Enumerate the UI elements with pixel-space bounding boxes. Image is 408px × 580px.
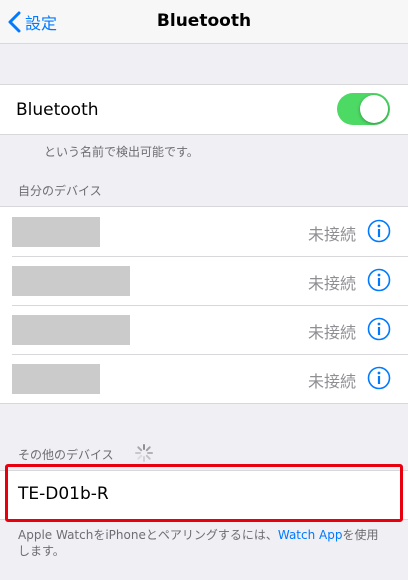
- info-icon: [367, 317, 391, 341]
- info-icon: [367, 268, 391, 292]
- my-devices-list: 未接続 未接続 未接続 未接続: [0, 206, 408, 404]
- info-button[interactable]: [367, 317, 391, 341]
- toggle-knob: [360, 95, 388, 123]
- device-row[interactable]: 未接続: [0, 207, 408, 256]
- navigation-bar: 設定 Bluetooth: [0, 0, 408, 44]
- my-devices-header: 自分のデバイス: [18, 184, 102, 198]
- discoverable-note: という名前で検出可能です。: [44, 145, 199, 159]
- info-button[interactable]: [367, 366, 391, 390]
- info-button[interactable]: [367, 268, 391, 292]
- device-status: 未接続: [307, 225, 356, 244]
- device-row[interactable]: 未接続: [0, 305, 408, 354]
- other-device-row[interactable]: TE-D01b-R: [0, 471, 408, 519]
- redacted-device-name: [12, 217, 100, 247]
- bluetooth-label: Bluetooth: [16, 99, 99, 120]
- other-device-name: TE-D01b-R: [18, 484, 109, 504]
- other-devices-list: TE-D01b-R: [0, 470, 408, 520]
- bluetooth-row: Bluetooth: [0, 85, 408, 134]
- device-status: 未接続: [307, 274, 356, 293]
- device-status: 未接続: [307, 323, 356, 342]
- other-devices-header: その他のデバイス: [18, 448, 114, 462]
- loading-spinner-icon: [135, 444, 153, 462]
- redacted-device-name: [12, 315, 130, 345]
- footer-text-before: Apple WatchをiPhoneとペアリングするには、: [18, 528, 278, 542]
- device-row[interactable]: 未接続: [0, 256, 408, 305]
- info-button[interactable]: [367, 219, 391, 243]
- device-status: 未接続: [307, 372, 356, 391]
- device-row[interactable]: 未接続: [0, 354, 408, 403]
- info-icon: [367, 219, 391, 243]
- redacted-device-name: [12, 364, 100, 394]
- footer-note: Apple WatchをiPhoneとペアリングするには、Watch Appを使…: [18, 527, 390, 559]
- redacted-device-name: [12, 266, 130, 296]
- info-icon: [367, 366, 391, 390]
- bluetooth-toggle-group: Bluetooth: [0, 84, 408, 135]
- watch-app-link[interactable]: Watch App: [278, 528, 343, 542]
- bluetooth-toggle[interactable]: [337, 93, 390, 125]
- page-title: Bluetooth: [156, 11, 252, 31]
